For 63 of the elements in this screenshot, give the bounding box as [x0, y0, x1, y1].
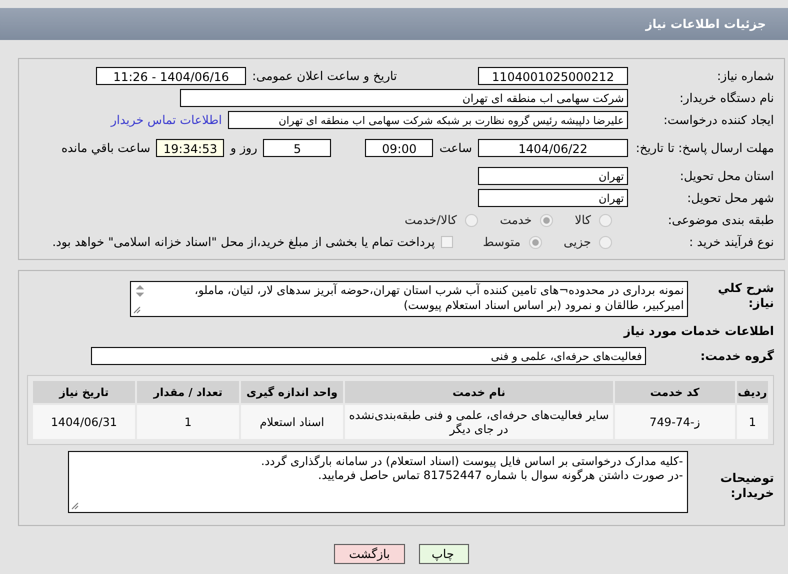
print-button[interactable]: چاپ — [419, 544, 469, 564]
checkbox[interactable] — [440, 236, 453, 248]
deadline-date-field: 1404/06/22 — [478, 139, 628, 157]
time-label: ساعت — [439, 141, 472, 155]
radio-button[interactable] — [528, 236, 542, 248]
field-label: شرح کلي نیاز: — [716, 281, 774, 311]
contact-link[interactable]: اطلاعات تماس خریدار — [110, 113, 222, 127]
city-field: تهران — [478, 189, 628, 207]
field-label: گروه خدمت: — [699, 348, 774, 364]
field-label: نوع فرآیند خرید : — [688, 234, 774, 250]
column-header: کد خدمت — [614, 381, 735, 403]
back-button[interactable]: بازگشت — [334, 544, 405, 564]
remaining-time-field: 19:34:53 — [156, 139, 224, 157]
section-heading: اطلاعات خدمات مورد نیاز — [624, 324, 774, 338]
note-line: -در صورت داشتن هرگونه سوال با شماره 81752447 تماس حاصل فرمایید. — [317, 468, 683, 482]
radio-label: جزیی — [564, 235, 591, 249]
resize-grip-icon[interactable] — [71, 502, 79, 510]
announce-date-field: 1404/06/16 - 11:26 — [96, 67, 246, 85]
column-header: تاریخ نیاز — [33, 381, 135, 403]
field-label: نام دستگاه خریدار: — [678, 90, 774, 106]
field-label: تاریخ و ساعت اعلان عمومی: — [252, 69, 397, 83]
deadline-time-field: 09:00 — [365, 139, 434, 157]
table-cell: 1404/06/31 — [33, 405, 135, 439]
field-label: استان محل تحویل: — [678, 168, 774, 184]
table-cell: سایر فعالیت‌های حرفه‌ای، علمی و فنی طبقه‌بندی‌نشده در جای دیگر — [345, 405, 613, 439]
field-label: طبقه بندی موضوعی: — [666, 212, 774, 228]
radio-label: متوسط — [482, 235, 521, 249]
column-header: ردیف — [736, 381, 768, 403]
service-group-field: فعالیت‌های حرفه‌ای، علمی و فنی — [91, 347, 646, 365]
field-label: شهر محل تحویل: — [686, 190, 774, 206]
buyer-org-field: شرکت سهامی اب منطقه ای تهران — [180, 89, 628, 107]
field-label: توضیحات خریدار: — [719, 471, 774, 501]
column-header: تعداد / مقدار — [137, 381, 239, 403]
description-box[interactable]: نمونه برداری در محدوده¬های تامین کننده آب شرب استان تهران،حوضه آبریز سدهای لار، لتیان، ماملو، امیرکبیر، طالقان و نمرود (بر اساس اسناد استعلام پیوست) — [130, 281, 688, 317]
column-header: واحد اندازه گیری — [241, 381, 343, 403]
radio-label: کالا — [574, 213, 591, 227]
column-header: نام خدمت — [345, 381, 613, 403]
note-line: -کلیه مدارک درخواستی بر اساس فایل پیوست (اسناد استعلام) در سامانه بارگذاری گردد. — [260, 454, 683, 468]
radio-label: خدمت — [500, 213, 532, 227]
radio-button[interactable] — [464, 214, 478, 226]
table-cell: اسناد استعلام — [241, 405, 343, 439]
page-title: جزئیات اطلاعات نیاز — [645, 17, 766, 31]
radio-button[interactable] — [540, 214, 553, 226]
table-cell: 1 — [137, 405, 239, 439]
radio-button[interactable] — [599, 236, 612, 248]
days-field: 5 — [263, 139, 332, 157]
resize-grip-icon[interactable] — [133, 306, 141, 314]
scroll-arrows-icon[interactable] — [135, 284, 145, 298]
buyer-notes-box[interactable]: -کلیه مدارک درخواستی بر اساس فایل پیوست (اسناد استعلام) در سامانه بارگذاری گردد. -در صورت داشتن هرگونه سوال با شماره 81752447 تماس حاصل فرمایید. — [68, 451, 688, 513]
radio-button[interactable] — [599, 214, 612, 226]
requester-field: علیرضا دلپیشه رئیس گروه نظارت بر شبکه شرکت سهامی اب منطقه ای تهران — [228, 111, 628, 129]
province-field: تهران — [478, 167, 628, 185]
field-label: شماره نیاز: — [716, 68, 774, 84]
treasury-note: پرداخت تمام یا بخشی از مبلغ خرید،از محل "اسناد خزانه اسلامی" خواهد بود. — [52, 235, 435, 249]
field-label: ایجاد کننده درخواست: — [662, 112, 774, 128]
table-cell: ز-74-749 — [614, 405, 735, 439]
radio-label: کالا/خدمت — [404, 213, 457, 227]
field-label: مهلت ارسال پاسخ: تا تاریخ: — [634, 140, 774, 156]
need-number-field: 1104001025000212 — [478, 67, 628, 85]
table-cell: 1 — [736, 405, 768, 439]
remaining-label: ساعت باقي مانده — [61, 141, 150, 155]
description-text: نمونه برداری در محدوده¬های تامین کننده آب شرب استان تهران،حوضه آبریز سدهای لار، لتیان، ماملو، امیرکبیر، طالقان و نمرود (بر اساس اسناد استعلام پیوست) — [193, 283, 684, 313]
days-label: روز و — [230, 141, 258, 155]
